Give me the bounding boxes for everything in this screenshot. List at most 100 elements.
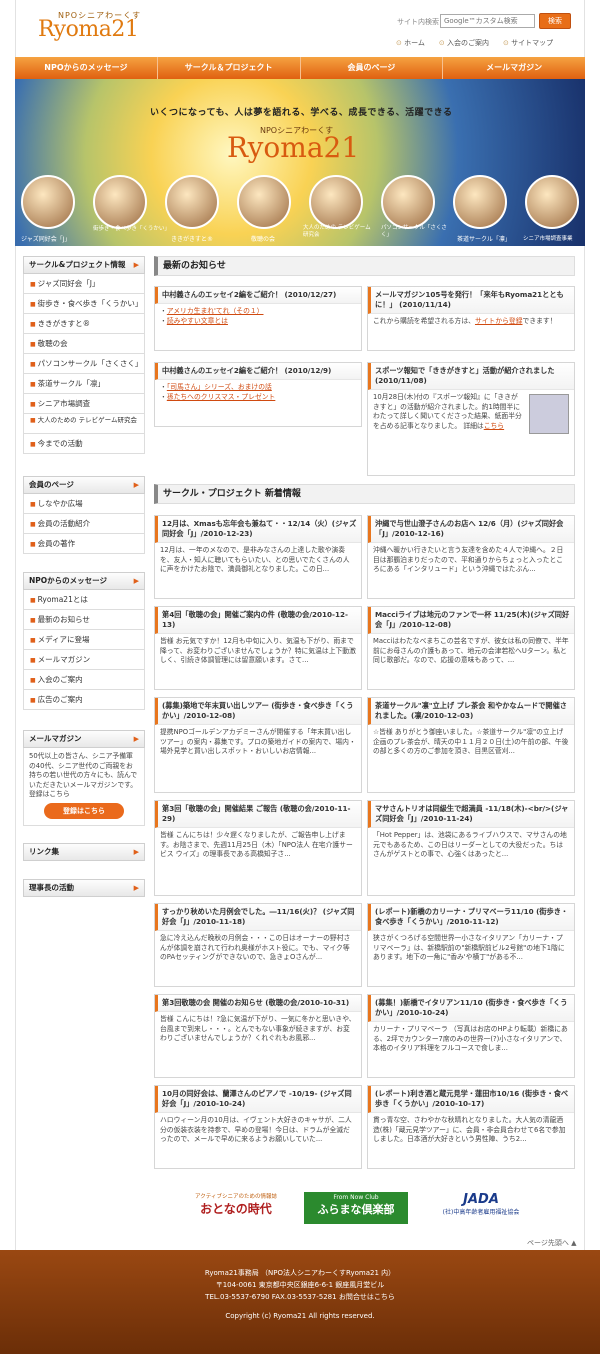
sidebar-item[interactable]: 広告のご案内: [23, 690, 145, 710]
sidebar-heading[interactable]: メールマガジン: [23, 730, 145, 748]
hero-label: ジャズ同好会「J」: [21, 236, 71, 243]
sidebar-item[interactable]: パソコンサークル「さくさく」: [23, 354, 145, 374]
news-link[interactable]: 孫たちへのクリスマス・プレゼント: [167, 393, 276, 401]
news-card: 中村義さんのエッセイ2編をご紹介！ (2010/12/27) ・アメリカ生まれ'…: [154, 286, 362, 351]
project-title[interactable]: 茶道サークル"凛"立上げ プレ茶会 和やかなムードで開催されました。(凛/201…: [368, 698, 574, 725]
project-title[interactable]: (募集！)新橋でイタリアン11/10 (街歩き・食べ歩き「くうかい」/2010-…: [368, 995, 574, 1022]
top-links: ホーム 入会のご案内 サイトマップ: [396, 38, 553, 48]
project-title[interactable]: (募集)築地で年末買い出しツアー (街歩き・食べ歩き「くうかい」/2010-12…: [155, 698, 361, 725]
sidebar-item[interactable]: 会員の活動紹介: [23, 514, 145, 534]
join-link[interactable]: 入会のご案内: [439, 38, 489, 48]
projects-section: サークル・プロジェクト 新着情報: [154, 484, 575, 504]
news-title[interactable]: 中村義さんのエッセイ2編をご紹介！ (2010/12/9): [155, 363, 361, 380]
jada-logo-sub: (社)中高年齢者雇用福祉協会: [442, 1209, 520, 1216]
hero-label: シニア市場調査事業: [523, 236, 573, 242]
sitemap-link[interactable]: サイトマップ: [503, 38, 553, 48]
nav-circle-project[interactable]: サークル＆プロジェクト: [158, 57, 301, 79]
project-card: 沖縄で与世山澄子さんのお店へ 12/6（月）(ジャズ同好会「J」/2010-12…: [367, 515, 575, 599]
news-body: ・アメリカ生まれ'てれ（その１） ・読みやすい文章とは: [160, 307, 264, 325]
project-title[interactable]: マサさんトリオは同級生で超満員 -11/18(木)-<br/>(ジャズ同好会「J…: [368, 801, 574, 828]
project-title[interactable]: すっかり秋めいた月例会でした。―11/16(火)？ (ジャズ同好会「J」/201…: [155, 904, 361, 931]
sidebar-item[interactable]: 茶道サークル「凛」: [23, 374, 145, 394]
sidebar-item[interactable]: シニア市場調査: [23, 394, 145, 414]
mailmag-description: 50代以上の皆さん、シニア予備軍の40代、シニア世代のご両親をお持ちの若い世代の…: [23, 748, 145, 826]
newspaper-thumbnail[interactable]: [529, 394, 569, 434]
project-excerpt: ハロウィーン月の10月は、イヴェント大好きのキャサが、二人分の仮装衣装を持参で、…: [160, 1116, 352, 1144]
hero-label: 街歩き・食べ歩き「くうかい」: [93, 226, 170, 232]
hero-photo-game[interactable]: [309, 175, 363, 229]
furamana-logo[interactable]: From Now Club ふらまな倶楽部: [304, 1192, 408, 1224]
sidebar-item[interactable]: ききがきすと®: [23, 314, 145, 334]
sidebar-item[interactable]: メールマガジン: [23, 650, 145, 670]
home-link[interactable]: ホーム: [396, 38, 425, 48]
news-title[interactable]: スポーツ報知で「ききがきすと」活動が紹介されました (2010/11/08): [368, 363, 574, 390]
sidebar-chair: 理事長の活動: [23, 879, 145, 897]
hero-photo-rin[interactable]: [453, 175, 507, 229]
project-title[interactable]: 第3回「敬聴の会」開催結果 ご報告 (敬聴の会/2010-11-29): [155, 801, 361, 828]
sidebar-heading[interactable]: サークル&プロジェクト情報: [23, 256, 145, 274]
hero-photo-keicho[interactable]: [237, 175, 291, 229]
hero-photo-kuukai[interactable]: [93, 175, 147, 229]
news-link[interactable]: 読みやすい文章とは: [167, 317, 228, 325]
news-link[interactable]: アメリカ生まれ'てれ（その１）: [167, 307, 264, 315]
section-title: 最新のお知らせ: [154, 256, 575, 276]
sidebar-heading[interactable]: 会員のページ: [23, 476, 145, 494]
project-card: 第3回敬聴の会 開催のお知らせ (敬聴の会/2010-10-31) 皆様 こんにち…: [154, 994, 362, 1078]
jada-logo[interactable]: JADA (社)中高年齢者雇用福祉協会: [431, 1192, 531, 1216]
project-title[interactable]: Macciライブは地元のファンで一杯 11/25(木)(ジャズ同好会「J」/20…: [368, 607, 574, 634]
project-title[interactable]: 12月は、Xmasも忘年会も兼ねて・・12/14（火）(ジャズ同好会「J」/20…: [155, 516, 361, 543]
hero-photo-kikigaki[interactable]: [165, 175, 219, 229]
footer-contact[interactable]: TEL.03-5537-6790 FAX.03-5537-5281 お問合せはこ…: [0, 1292, 600, 1302]
global-nav: NPOからのメッセージ サークル＆プロジェクト 会員のページ メールマガジン: [15, 57, 585, 79]
sidebar-heading[interactable]: 理事長の活動: [23, 879, 145, 897]
project-title[interactable]: (レポート)利き酒と蔵元見学・蓮田市10/16 (街歩き・食べ歩き「くうかい」/…: [368, 1086, 574, 1113]
sidebar-heading[interactable]: NPOからのメッセージ: [23, 572, 145, 590]
hero-photo-sakusaku[interactable]: [381, 175, 435, 229]
project-title[interactable]: 第3回敬聴の会 開催のお知らせ (敬聴の会/2010-10-31): [155, 995, 361, 1012]
news-title[interactable]: メールマガジン105号を発行！「来年もRyoma21とともに！」 (2010/1…: [368, 287, 574, 314]
sidebar-heading[interactable]: リンク集: [23, 843, 145, 861]
nav-npo-message[interactable]: NPOからのメッセージ: [15, 57, 158, 79]
project-excerpt: 沖縄へ暖かい行きたいと言う友達を含めた４人で沖縄へ。２日目は那覇泊まりだったので…: [373, 546, 564, 574]
nav-member-page[interactable]: 会員のページ: [301, 57, 444, 79]
site-logo[interactable]: Ryoma21: [38, 17, 139, 42]
otona-logo[interactable]: アクティブシニアのための情報誌 おとなの時代: [186, 1192, 286, 1217]
search-button[interactable]: 検索: [539, 13, 571, 29]
sidebar-member-nav: 会員のページ しなやか広場 会員の活動紹介 会員の著作: [23, 476, 145, 554]
project-excerpt: ☆皆様 ありがとう御座いました。☆茶道サークル"凛"の立上げ企画のプレ茶会が、晴…: [373, 728, 569, 756]
sidebar-item[interactable]: メディアに登場: [23, 630, 145, 650]
project-card: すっかり秋めいた月例会でした。―11/16(火)？ (ジャズ同好会「J」/201…: [154, 903, 362, 987]
project-title[interactable]: 第4回「敬聴の会」開催ご案内の件 (敬聴の会/2010-12-13): [155, 607, 361, 634]
sidebar-item[interactable]: 街歩き・食べ歩き「くうかい」: [23, 294, 145, 314]
sidebar-item[interactable]: 入会のご案内: [23, 670, 145, 690]
news-card: スポーツ報知で「ききがきすと」活動が紹介されました (2010/11/08) 1…: [367, 362, 575, 476]
sidebar-item[interactable]: Ryoma21とは: [23, 590, 145, 610]
project-card: (募集！)新橋でイタリアン11/10 (街歩き・食べ歩き「くうかい」/2010-…: [367, 994, 575, 1078]
project-title[interactable]: 10月の同好会は、蘭澤さんのピアノで -10/19- (ジャズ同好会「J」/20…: [155, 1086, 361, 1113]
otona-logo-text: おとなの時代: [200, 1202, 272, 1216]
nav-mail-magazine[interactable]: メールマガジン: [443, 57, 585, 79]
news-link[interactable]: 「司馬さん」シリーズ、おまけの話: [167, 383, 272, 391]
mailmag-register-button[interactable]: 登録はこちら: [44, 802, 124, 819]
search-input[interactable]: [440, 14, 535, 28]
hero-label: パソコンサークル「さくさく」: [381, 225, 447, 238]
sidebar-item[interactable]: 会員の著作: [23, 534, 145, 554]
project-title[interactable]: 沖縄で与世山澄子さんのお店へ 12/6（月）(ジャズ同好会「J」/2010-12…: [368, 516, 574, 543]
news-link[interactable]: こちら: [484, 422, 504, 430]
sidebar-item[interactable]: しなやか広場: [23, 494, 145, 514]
news-title[interactable]: 中村義さんのエッセイ2編をご紹介！ (2010/12/27): [155, 287, 361, 304]
page-top-link[interactable]: ページ先頭へ ▲: [527, 1238, 576, 1248]
footer-copyright: Copyright (c) Ryoma21 All rights reserve…: [225, 1312, 375, 1320]
sidebar-item[interactable]: 最新のお知らせ: [23, 610, 145, 630]
news-body: 10月28日(木)付の『スポーツ報知』に「ききがきすと」の活動が紹介されました。…: [368, 390, 574, 434]
hero-photo-jazz[interactable]: [21, 175, 75, 229]
project-title[interactable]: (レポート)新橋のカリーナ・プリマベーラ11/10 (街歩き・食べ歩き「くうかい…: [368, 904, 574, 931]
news-link[interactable]: サイトから登録: [475, 317, 523, 325]
sidebar-item[interactable]: 大人のための テレビゲーム研究会: [23, 414, 145, 434]
sidebar-item[interactable]: 敬聴の会: [23, 334, 145, 354]
project-card: 茶道サークル"凛"立上げ プレ茶会 和やかなムードで開催されました。(凛/201…: [367, 697, 575, 793]
sidebar-item[interactable]: ジャズ同好会「J」: [23, 274, 145, 294]
sidebar-item[interactable]: 今までの活動: [23, 434, 145, 454]
hero-photo-market[interactable]: [525, 175, 579, 229]
mailmag-text: 50代以上の皆さん、シニア予備軍の40代、シニア世代のご両親をお持ちの若い世代の…: [29, 752, 138, 798]
